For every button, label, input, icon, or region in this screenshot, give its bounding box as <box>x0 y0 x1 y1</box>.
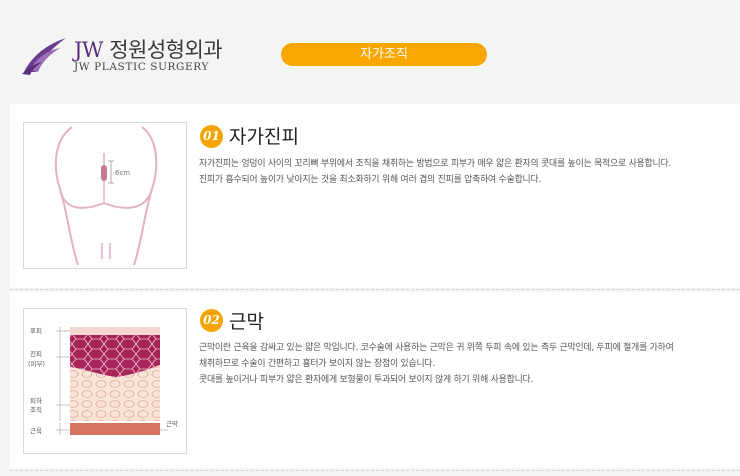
label-fascia: 근막 <box>166 419 178 428</box>
site-header: JW 정원성형외과 JW PLASTIC SURGERY 자가조직 <box>0 0 740 100</box>
description-line: 콧대를 높이거나 피부가 얇은 환자에게 보형물이 투과되어 보이지 않게 하기… <box>199 375 534 385</box>
description-line: 진피가 흡수되어 높이가 낮아지는 것을 최소화하기 위해 여러 겹의 진피를 … <box>199 175 542 185</box>
description-line: 채취하므로 수술이 간편하고 흉터가 보이지 않는 장점이 있습니다. <box>199 359 436 369</box>
section-title: 자가진피 <box>229 126 299 148</box>
label-dermis: 진피 <box>30 349 42 358</box>
logo-brand: JW <box>74 38 104 62</box>
measure-label: 6cm <box>115 169 130 177</box>
logo-name: 정원성형외과 <box>109 38 223 62</box>
section-number-badge: 02 <box>200 309 223 332</box>
buttocks-diagram-icon: 6cm <box>54 126 158 266</box>
label-skin: (피부) <box>28 359 45 368</box>
label-subcutaneous: 피하 <box>30 396 42 405</box>
section-autologous-dermis: 6cm 01 자가진피 자가진피는 엉덩이 사이의 꼬리뼈 부위에서 조직을 채… <box>10 104 740 288</box>
wing-logo-icon <box>22 38 66 75</box>
section-fascia: 표피 진피 (피부) 피하 조직 근육 근막 02 근막 근막이란 근육을 감싸… <box>10 292 740 468</box>
logo-subtitle: JW PLASTIC SURGERY <box>74 61 209 73</box>
label-epidermis: 표피 <box>30 326 42 335</box>
section-description: 근막이란 근육을 감싸고 있는 얇은 막입니다. 코수술에 사용하는 근막은 귀… <box>199 340 734 388</box>
section-divider <box>10 470 740 471</box>
section-title: 근막 <box>229 311 264 333</box>
skin-layers-illustration: 표피 진피 (피부) 피하 조직 근육 근막 <box>23 308 187 454</box>
description-line: 근막이란 근육을 감싸고 있는 얇은 막입니다. 코수술에 사용하는 근막은 귀… <box>199 343 674 353</box>
section-number-badge: 01 <box>200 125 223 148</box>
skin-layers-diagram-icon: 표피 진피 (피부) 피하 조직 근육 근막 <box>28 326 178 435</box>
label-tissue: 조직 <box>30 405 42 414</box>
label-muscle: 근육 <box>30 427 42 435</box>
section-divider <box>10 289 740 290</box>
buttocks-illustration: 6cm <box>23 122 187 269</box>
section-description: 자가진피는 엉덩이 사이의 꼬리뼈 부위에서 조직을 채취하는 방법으로 피부가… <box>199 156 734 188</box>
description-line: 자가진피는 엉덩이 사이의 꼬리뼈 부위에서 조직을 채취하는 방법으로 피부가… <box>199 159 672 169</box>
category-button[interactable]: 자가조직 <box>281 43 487 66</box>
logo-title: JW 정원성형외과 <box>74 34 223 64</box>
